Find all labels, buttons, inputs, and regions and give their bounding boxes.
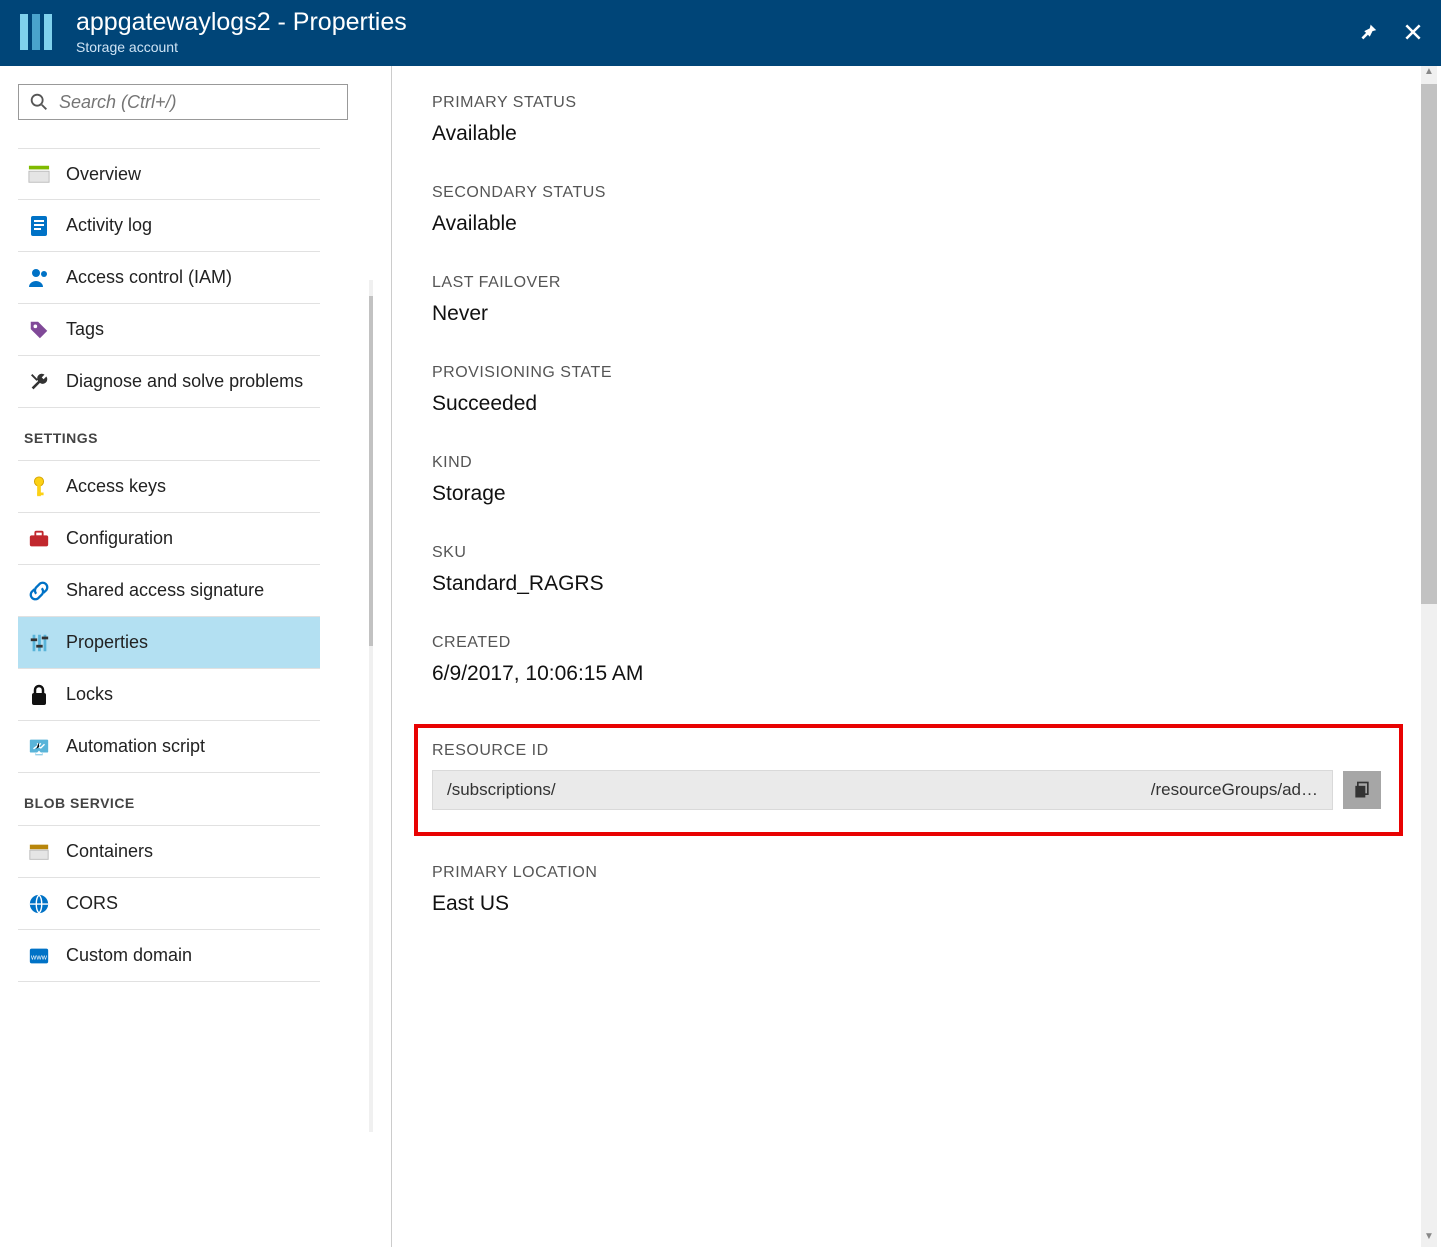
- field-label: SECONDARY STATUS: [432, 184, 1401, 202]
- field-value: Succeeded: [432, 392, 1401, 416]
- lock-icon: [26, 682, 52, 708]
- scrollbar-thumb[interactable]: [1421, 84, 1437, 604]
- field-value: Available: [432, 212, 1401, 236]
- script-icon: [26, 734, 52, 760]
- field-value: Standard_RAGRS: [432, 572, 1401, 596]
- property-field: SECONDARY STATUS Available: [432, 184, 1401, 236]
- field-value: East US: [432, 892, 1401, 916]
- property-field: SKU Standard_RAGRS: [432, 544, 1401, 596]
- containers-icon: [26, 839, 52, 865]
- toolbox-icon: [26, 526, 52, 552]
- section-title: BLOB SERVICE: [18, 773, 320, 826]
- pin-icon[interactable]: [1355, 20, 1379, 44]
- sidebar-item-locks[interactable]: Locks: [18, 669, 320, 721]
- sidebar-item-sas[interactable]: Shared access signature: [18, 565, 320, 617]
- sidebar-item-overview[interactable]: Overview: [18, 148, 320, 200]
- sidebar-item-label: Custom domain: [66, 945, 192, 966]
- link-icon: [26, 578, 52, 604]
- sidebar-item-label: Locks: [66, 684, 113, 705]
- scroll-down-arrow[interactable]: ▼: [1421, 1231, 1437, 1247]
- sidebar-item-activity-log[interactable]: Activity log: [18, 200, 320, 252]
- property-field: LAST FAILOVER Never: [432, 274, 1401, 326]
- activity-log-icon: [26, 213, 52, 239]
- resource-id-tail: /resourceGroups/ad…: [1151, 780, 1318, 800]
- sidebar-item-access-control[interactable]: Access control (IAM): [18, 252, 320, 304]
- resource-id-highlight: RESOURCE ID /subscriptions/ /resourceGro…: [414, 724, 1403, 836]
- field-value: Available: [432, 122, 1401, 146]
- property-field: PRIMARY LOCATION East US: [432, 864, 1401, 916]
- storage-account-icon: [16, 10, 60, 54]
- wrench-icon: [26, 369, 52, 395]
- sidebar-item-cors[interactable]: CORS: [18, 878, 320, 930]
- field-label: KIND: [432, 454, 1401, 472]
- field-label-resource-id: RESOURCE ID: [432, 742, 1381, 760]
- sidebar-item-label: Activity log: [66, 215, 152, 236]
- resource-id-input[interactable]: /subscriptions/ /resourceGroups/ad…: [432, 770, 1333, 810]
- sidebar-item-access-keys[interactable]: Access keys: [18, 461, 320, 513]
- sidebar-item-label: Tags: [66, 319, 104, 340]
- blade-title: appgatewaylogs2 - Properties: [76, 9, 1355, 37]
- tag-icon: [26, 317, 52, 343]
- globe-icon: [26, 891, 52, 917]
- www-icon: www: [26, 943, 52, 969]
- sidebar-item-label: Access control (IAM): [66, 267, 232, 288]
- sidebar-item-label: CORS: [66, 893, 118, 914]
- section-title: SETTINGS: [18, 408, 320, 461]
- copy-button[interactable]: [1343, 771, 1381, 809]
- sidebar: Overview Activity log Access control (IAM)…: [0, 66, 392, 1247]
- sidebar-item-containers[interactable]: Containers: [18, 826, 320, 878]
- resource-id-head: /subscriptions/: [447, 780, 556, 800]
- sidebar-item-tags[interactable]: Tags: [18, 304, 320, 356]
- property-field: KIND Storage: [432, 454, 1401, 506]
- sidebar-item-label: Properties: [66, 632, 148, 653]
- scroll-up-arrow[interactable]: ▲: [1421, 66, 1437, 82]
- main-content: PRIMARY STATUS Available SECONDARY STATUS A…: [392, 66, 1441, 1247]
- scroll-down-arrow[interactable]: ▼: [369, 1116, 373, 1132]
- people-icon: [26, 265, 52, 291]
- property-field: PROVISIONING STATE Succeeded: [432, 364, 1401, 416]
- field-label: CREATED: [432, 634, 1401, 652]
- overview-icon: [26, 161, 52, 187]
- field-label: PRIMARY STATUS: [432, 94, 1401, 112]
- sidebar-scrollbar[interactable]: ▲ ▼: [369, 296, 373, 1116]
- sidebar-item-label: Access keys: [66, 476, 166, 497]
- scroll-up-arrow[interactable]: ▲: [369, 280, 373, 296]
- close-icon[interactable]: [1401, 20, 1425, 44]
- sidebar-item-label: Diagnose and solve problems: [66, 371, 303, 392]
- field-value: Never: [432, 302, 1401, 326]
- sidebar-item-properties[interactable]: Properties: [18, 617, 320, 669]
- svg-text:www: www: [30, 952, 48, 961]
- field-label: PRIMARY LOCATION: [432, 864, 1401, 882]
- field-label: PROVISIONING STATE: [432, 364, 1401, 382]
- sidebar-item-label: Configuration: [66, 528, 173, 549]
- field-label: SKU: [432, 544, 1401, 562]
- sidebar-item-label: Overview: [66, 164, 141, 185]
- field-label: LAST FAILOVER: [432, 274, 1401, 292]
- search-icon: [28, 91, 50, 118]
- search-input[interactable]: [18, 84, 348, 120]
- sidebar-item-label: Automation script: [66, 736, 205, 757]
- sidebar-item-configuration[interactable]: Configuration: [18, 513, 320, 565]
- blade-subtitle: Storage account: [76, 39, 1355, 55]
- key-icon: [26, 474, 52, 500]
- copy-icon: [1352, 780, 1372, 800]
- sidebar-item-automation[interactable]: Automation script: [18, 721, 320, 773]
- sidebar-item-label: Shared access signature: [66, 580, 264, 601]
- blade-header: appgatewaylogs2 - Properties Storage acc…: [0, 0, 1441, 66]
- field-value: 6/9/2017, 10:06:15 AM: [432, 662, 1401, 686]
- sidebar-item-diagnose[interactable]: Diagnose and solve problems: [18, 356, 320, 408]
- search-wrap: [18, 84, 373, 120]
- field-value: Storage: [432, 482, 1401, 506]
- sliders-icon: [26, 630, 52, 656]
- main-scrollbar[interactable]: ▲ ▼: [1421, 66, 1437, 1247]
- property-field: PRIMARY STATUS Available: [432, 94, 1401, 146]
- sidebar-item-label: Containers: [66, 841, 153, 862]
- scrollbar-thumb[interactable]: [369, 296, 373, 646]
- property-field: CREATED 6/9/2017, 10:06:15 AM: [432, 634, 1401, 686]
- sidebar-item-custom-domain[interactable]: www Custom domain: [18, 930, 320, 982]
